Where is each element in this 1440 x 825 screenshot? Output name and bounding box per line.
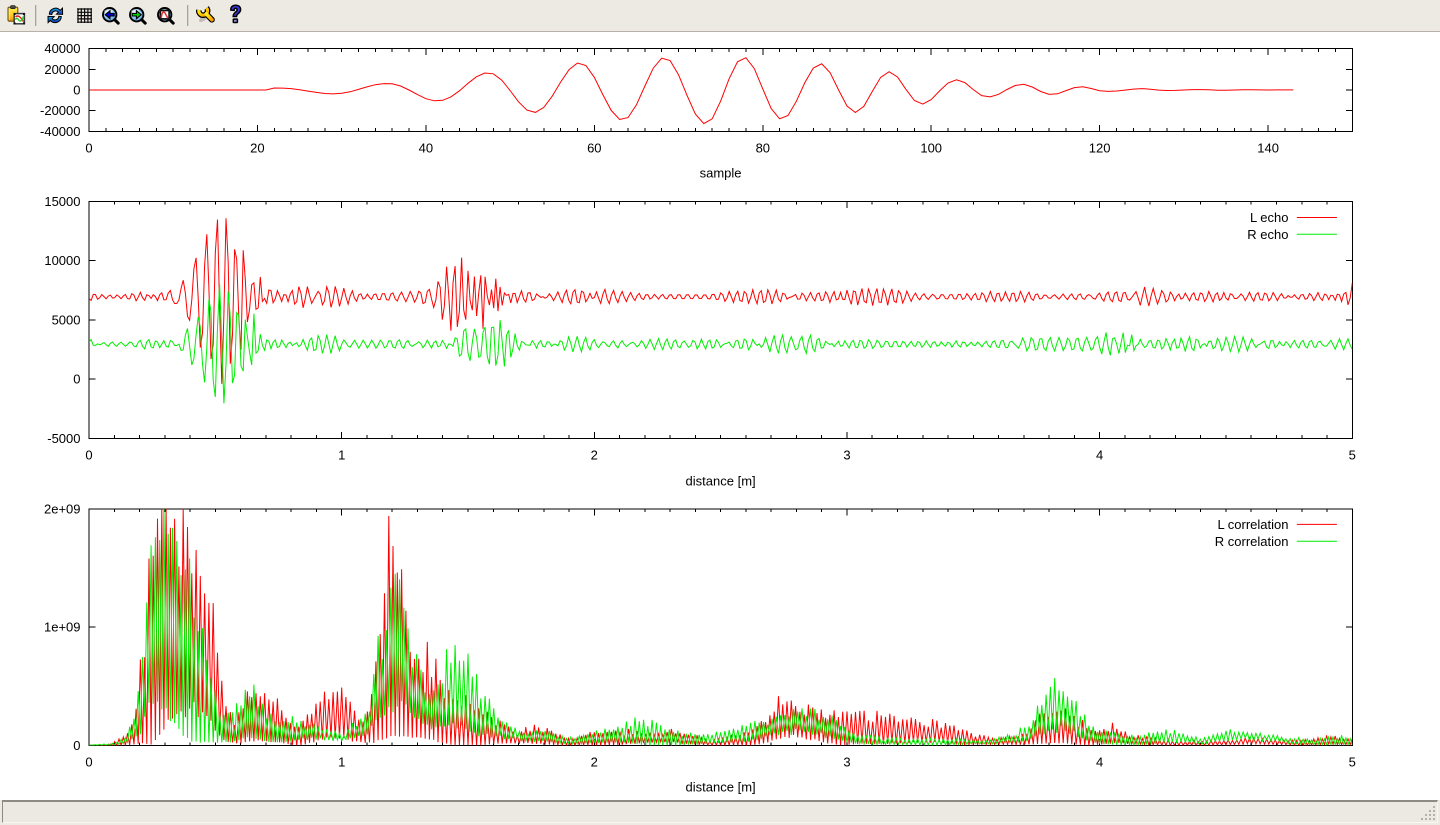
svg-text:10000: 10000: [44, 253, 80, 268]
svg-text:0: 0: [73, 372, 80, 387]
svg-text:-5000: -5000: [47, 431, 80, 446]
svg-text:R echo: R echo: [1247, 227, 1288, 242]
svg-text:-20000: -20000: [40, 103, 80, 118]
svg-text:2: 2: [591, 448, 598, 463]
svg-text:4: 4: [1096, 755, 1103, 770]
svg-text:60: 60: [587, 141, 601, 156]
svg-text:distance [m]: distance [m]: [686, 780, 756, 795]
svg-text:L echo: L echo: [1250, 210, 1289, 225]
svg-text:L correlation: L correlation: [1217, 517, 1288, 532]
svg-text:-40000: -40000: [40, 124, 80, 139]
svg-text:20000: 20000: [44, 62, 80, 77]
svg-text:1e+09: 1e+09: [44, 620, 81, 635]
svg-text:0: 0: [85, 448, 92, 463]
svg-text:120: 120: [1089, 141, 1111, 156]
svg-text:15000: 15000: [44, 194, 80, 209]
svg-text:3: 3: [843, 448, 850, 463]
svg-text:2e+09: 2e+09: [44, 501, 81, 516]
svg-text:5: 5: [1349, 755, 1356, 770]
svg-text:2: 2: [591, 755, 598, 770]
svg-text:distance [m]: distance [m]: [686, 474, 756, 489]
svg-text:0: 0: [85, 141, 92, 156]
svg-text:20: 20: [250, 141, 264, 156]
svg-text:3: 3: [843, 755, 850, 770]
svg-text:40000: 40000: [44, 41, 80, 56]
svg-text:0: 0: [73, 83, 80, 98]
svg-text:40: 40: [419, 141, 433, 156]
svg-text:100: 100: [920, 141, 942, 156]
svg-text:1: 1: [338, 755, 345, 770]
svg-text:5000: 5000: [52, 312, 81, 327]
svg-text:4: 4: [1096, 448, 1103, 463]
svg-text:R correlation: R correlation: [1215, 534, 1289, 549]
svg-text:sample: sample: [700, 166, 742, 181]
svg-text:0: 0: [85, 755, 92, 770]
svg-text:1: 1: [338, 448, 345, 463]
svg-text:0: 0: [73, 738, 80, 753]
svg-text:5: 5: [1349, 448, 1356, 463]
svg-text:140: 140: [1257, 141, 1279, 156]
svg-text:80: 80: [756, 141, 770, 156]
